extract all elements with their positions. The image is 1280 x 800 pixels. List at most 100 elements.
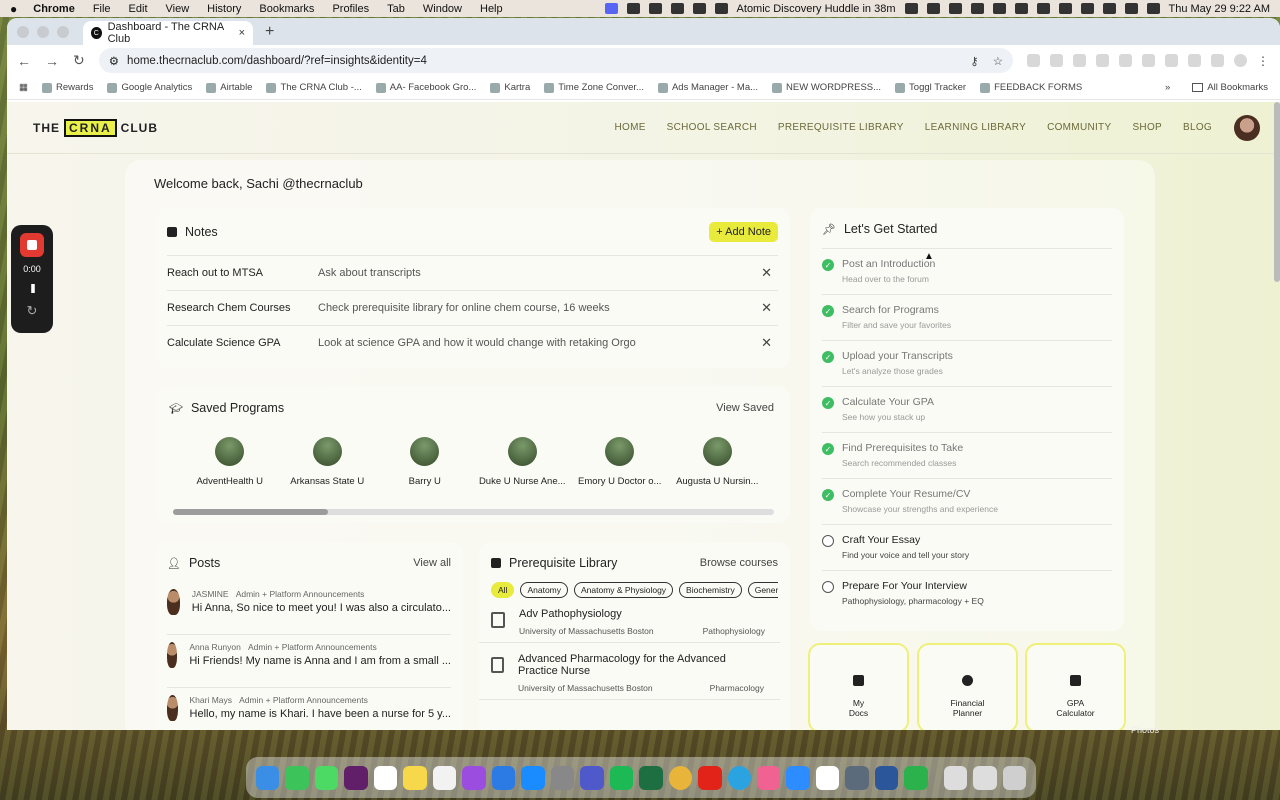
tray-icon[interactable]	[626, 3, 640, 14]
extension-icon[interactable]	[1027, 54, 1040, 67]
step-item[interactable]: ✓ Find Prerequisites to Take Search recomm…	[822, 432, 1112, 478]
app-store-icon[interactable]	[521, 765, 545, 790]
bookmark-item[interactable]: Rewards	[41, 82, 93, 93]
restart-icon[interactable]: ↻	[27, 303, 38, 319]
site-logo[interactable]: THE CRNA CLUB	[33, 118, 158, 137]
extension-icon[interactable]	[1142, 54, 1155, 67]
post-item[interactable]: JASMINE Admin + Platform Announcements Hi…	[167, 582, 451, 635]
spotify-icon[interactable]	[609, 765, 634, 790]
close-window-button[interactable]	[17, 25, 29, 38]
view-saved-link[interactable]: View Saved	[716, 402, 774, 414]
menu-edit[interactable]: Edit	[129, 3, 148, 15]
bluetooth-icon[interactable]	[1036, 3, 1050, 14]
tray-icon[interactable]	[948, 3, 962, 14]
tray-icon[interactable]	[692, 3, 706, 14]
chrome-icon[interactable]	[668, 765, 693, 790]
system-settings-icon[interactable]	[550, 765, 575, 790]
scrollbar-thumb[interactable]	[173, 509, 328, 515]
url-text[interactable]: home.thecrnaclub.com/dashboard/?ref=insi…	[127, 55, 427, 67]
menu-help[interactable]: Help	[480, 3, 503, 15]
telegram-icon[interactable]	[727, 765, 751, 790]
numbers-icon[interactable]	[904, 765, 928, 790]
calendar-event[interactable]: Atomic Discovery Huddle in 38m	[737, 3, 896, 15]
nav-shop[interactable]: SHOP	[1132, 122, 1162, 133]
menu-history[interactable]: History	[207, 3, 241, 15]
course-item[interactable]: Adv Pathophysiology University of Massach…	[479, 598, 780, 643]
nav-home[interactable]: HOME	[614, 122, 645, 133]
course-item[interactable]: Advanced Pharmacology for the Advanced P…	[479, 643, 780, 700]
step-item[interactable]: ✓ Upload your Transcripts Let's analyze th…	[822, 340, 1112, 386]
extension-icon[interactable]	[1119, 54, 1132, 67]
bookmark-item[interactable]: The CRNA Club -...	[266, 82, 362, 93]
post-item[interactable]: Khari Mays Admin + Platform Announcement…	[167, 688, 451, 730]
password-key-icon[interactable]: ⚷	[970, 54, 978, 68]
gpa-calculator-tile[interactable]: GPA Calculator	[1025, 643, 1126, 730]
extension-icon[interactable]	[1073, 54, 1086, 67]
notion-icon[interactable]	[904, 3, 918, 14]
nav-prerequisite-library[interactable]: PREREQUISITE LIBRARY	[778, 122, 904, 133]
bookmark-item[interactable]: Google Analytics	[107, 82, 192, 93]
menu-view[interactable]: View	[166, 3, 190, 15]
my-docs-tile[interactable]: My Docs	[808, 643, 909, 730]
nav-learning-library[interactable]: LEARNING LIBRARY	[925, 122, 1026, 133]
reload-icon[interactable]: ↻	[73, 52, 85, 69]
screen-share-icon[interactable]	[604, 3, 618, 14]
nav-blog[interactable]: BLOG	[1183, 122, 1212, 133]
financial-planner-tile[interactable]: Financial Planner	[917, 643, 1018, 730]
bookmark-item[interactable]: Airtable	[206, 82, 252, 93]
calendar-icon[interactable]	[373, 765, 398, 790]
app-icon[interactable]	[845, 765, 869, 790]
apps-grid-icon[interactable]: ▦	[19, 82, 28, 93]
step-item[interactable]: Craft Your Essay Find your voice and tell…	[822, 524, 1112, 570]
side-panel-icon[interactable]	[1211, 54, 1224, 67]
notes-app-icon[interactable]	[403, 765, 427, 790]
chip-general[interactable]: Gener	[747, 582, 778, 598]
carousel-scrollbar[interactable]	[173, 509, 774, 515]
step-item[interactable]: Prepare For Your Interview Pathophysiolog…	[822, 570, 1112, 616]
siri-icon[interactable]	[1146, 3, 1160, 14]
menu-window[interactable]: Window	[423, 3, 462, 15]
step-item[interactable]: ✓ Post an Introduction Head over to the fo…	[822, 248, 1112, 294]
bookmark-item[interactable]: FEEDBACK FORMS	[980, 82, 1082, 93]
extension-icon[interactable]	[1165, 54, 1178, 67]
menubar-clock[interactable]: Thu May 29 9:22 AM	[1169, 3, 1271, 15]
zoom-icon[interactable]	[670, 3, 684, 14]
menu-file[interactable]: File	[93, 3, 111, 15]
stop-recording-button[interactable]	[20, 233, 44, 257]
extension-icon[interactable]	[1096, 54, 1109, 67]
forward-icon[interactable]: →	[45, 53, 59, 69]
more-menu-icon[interactable]: ⋮	[1257, 54, 1270, 68]
program-item[interactable]: AdventHealth U	[181, 437, 279, 487]
downloads-stack-icon[interactable]	[943, 765, 968, 790]
minimize-window-button[interactable]	[37, 25, 49, 38]
tray-icon[interactable]	[714, 3, 728, 14]
bookmark-item[interactable]: AA- Facebook Gro...	[375, 82, 476, 93]
step-item[interactable]: ✓ Calculate Your GPA See how you stack up	[822, 386, 1112, 432]
word-icon[interactable]	[874, 765, 899, 790]
excel-icon[interactable]	[639, 765, 663, 790]
finder-icon[interactable]	[256, 765, 280, 790]
menu-tab[interactable]: Tab	[387, 3, 405, 15]
notion-app-icon[interactable]	[815, 765, 840, 790]
chevron-right-icon[interactable]: »	[1165, 82, 1170, 93]
tray-icon[interactable]	[926, 3, 940, 14]
note-row[interactable]: Calculate Science GPA Look at science GPA…	[167, 325, 778, 360]
podcasts-icon[interactable]	[462, 765, 486, 790]
tab-dashboard[interactable]: C Dashboard - The CRNA Club ×	[83, 21, 253, 45]
program-item[interactable]: Duke U Nurse Ane...	[474, 437, 572, 487]
delete-note-icon[interactable]: ✕	[761, 335, 772, 351]
site-info-icon[interactable]: ⚙	[109, 54, 119, 68]
program-item[interactable]: Arkansas State U	[279, 437, 377, 487]
chip-all[interactable]: All	[491, 582, 515, 598]
bookmark-item[interactable]: NEW WORDPRESS...	[772, 82, 881, 93]
view-all-posts-link[interactable]: View all	[413, 557, 451, 569]
add-note-button[interactable]: + Add Note	[709, 222, 778, 242]
chip-biochemistry[interactable]: Biochemistry	[679, 582, 742, 598]
extensions-puzzle-icon[interactable]	[1188, 54, 1201, 67]
clock-icon[interactable]	[992, 3, 1006, 14]
bookmark-item[interactable]: Toggl Tracker	[895, 82, 966, 93]
browse-courses-link[interactable]: Browse courses	[700, 557, 778, 569]
program-item[interactable]: Barry U	[376, 437, 474, 487]
apple-icon[interactable]: ●	[10, 2, 17, 16]
program-item[interactable]: Augusta U Nursin...	[669, 437, 767, 487]
